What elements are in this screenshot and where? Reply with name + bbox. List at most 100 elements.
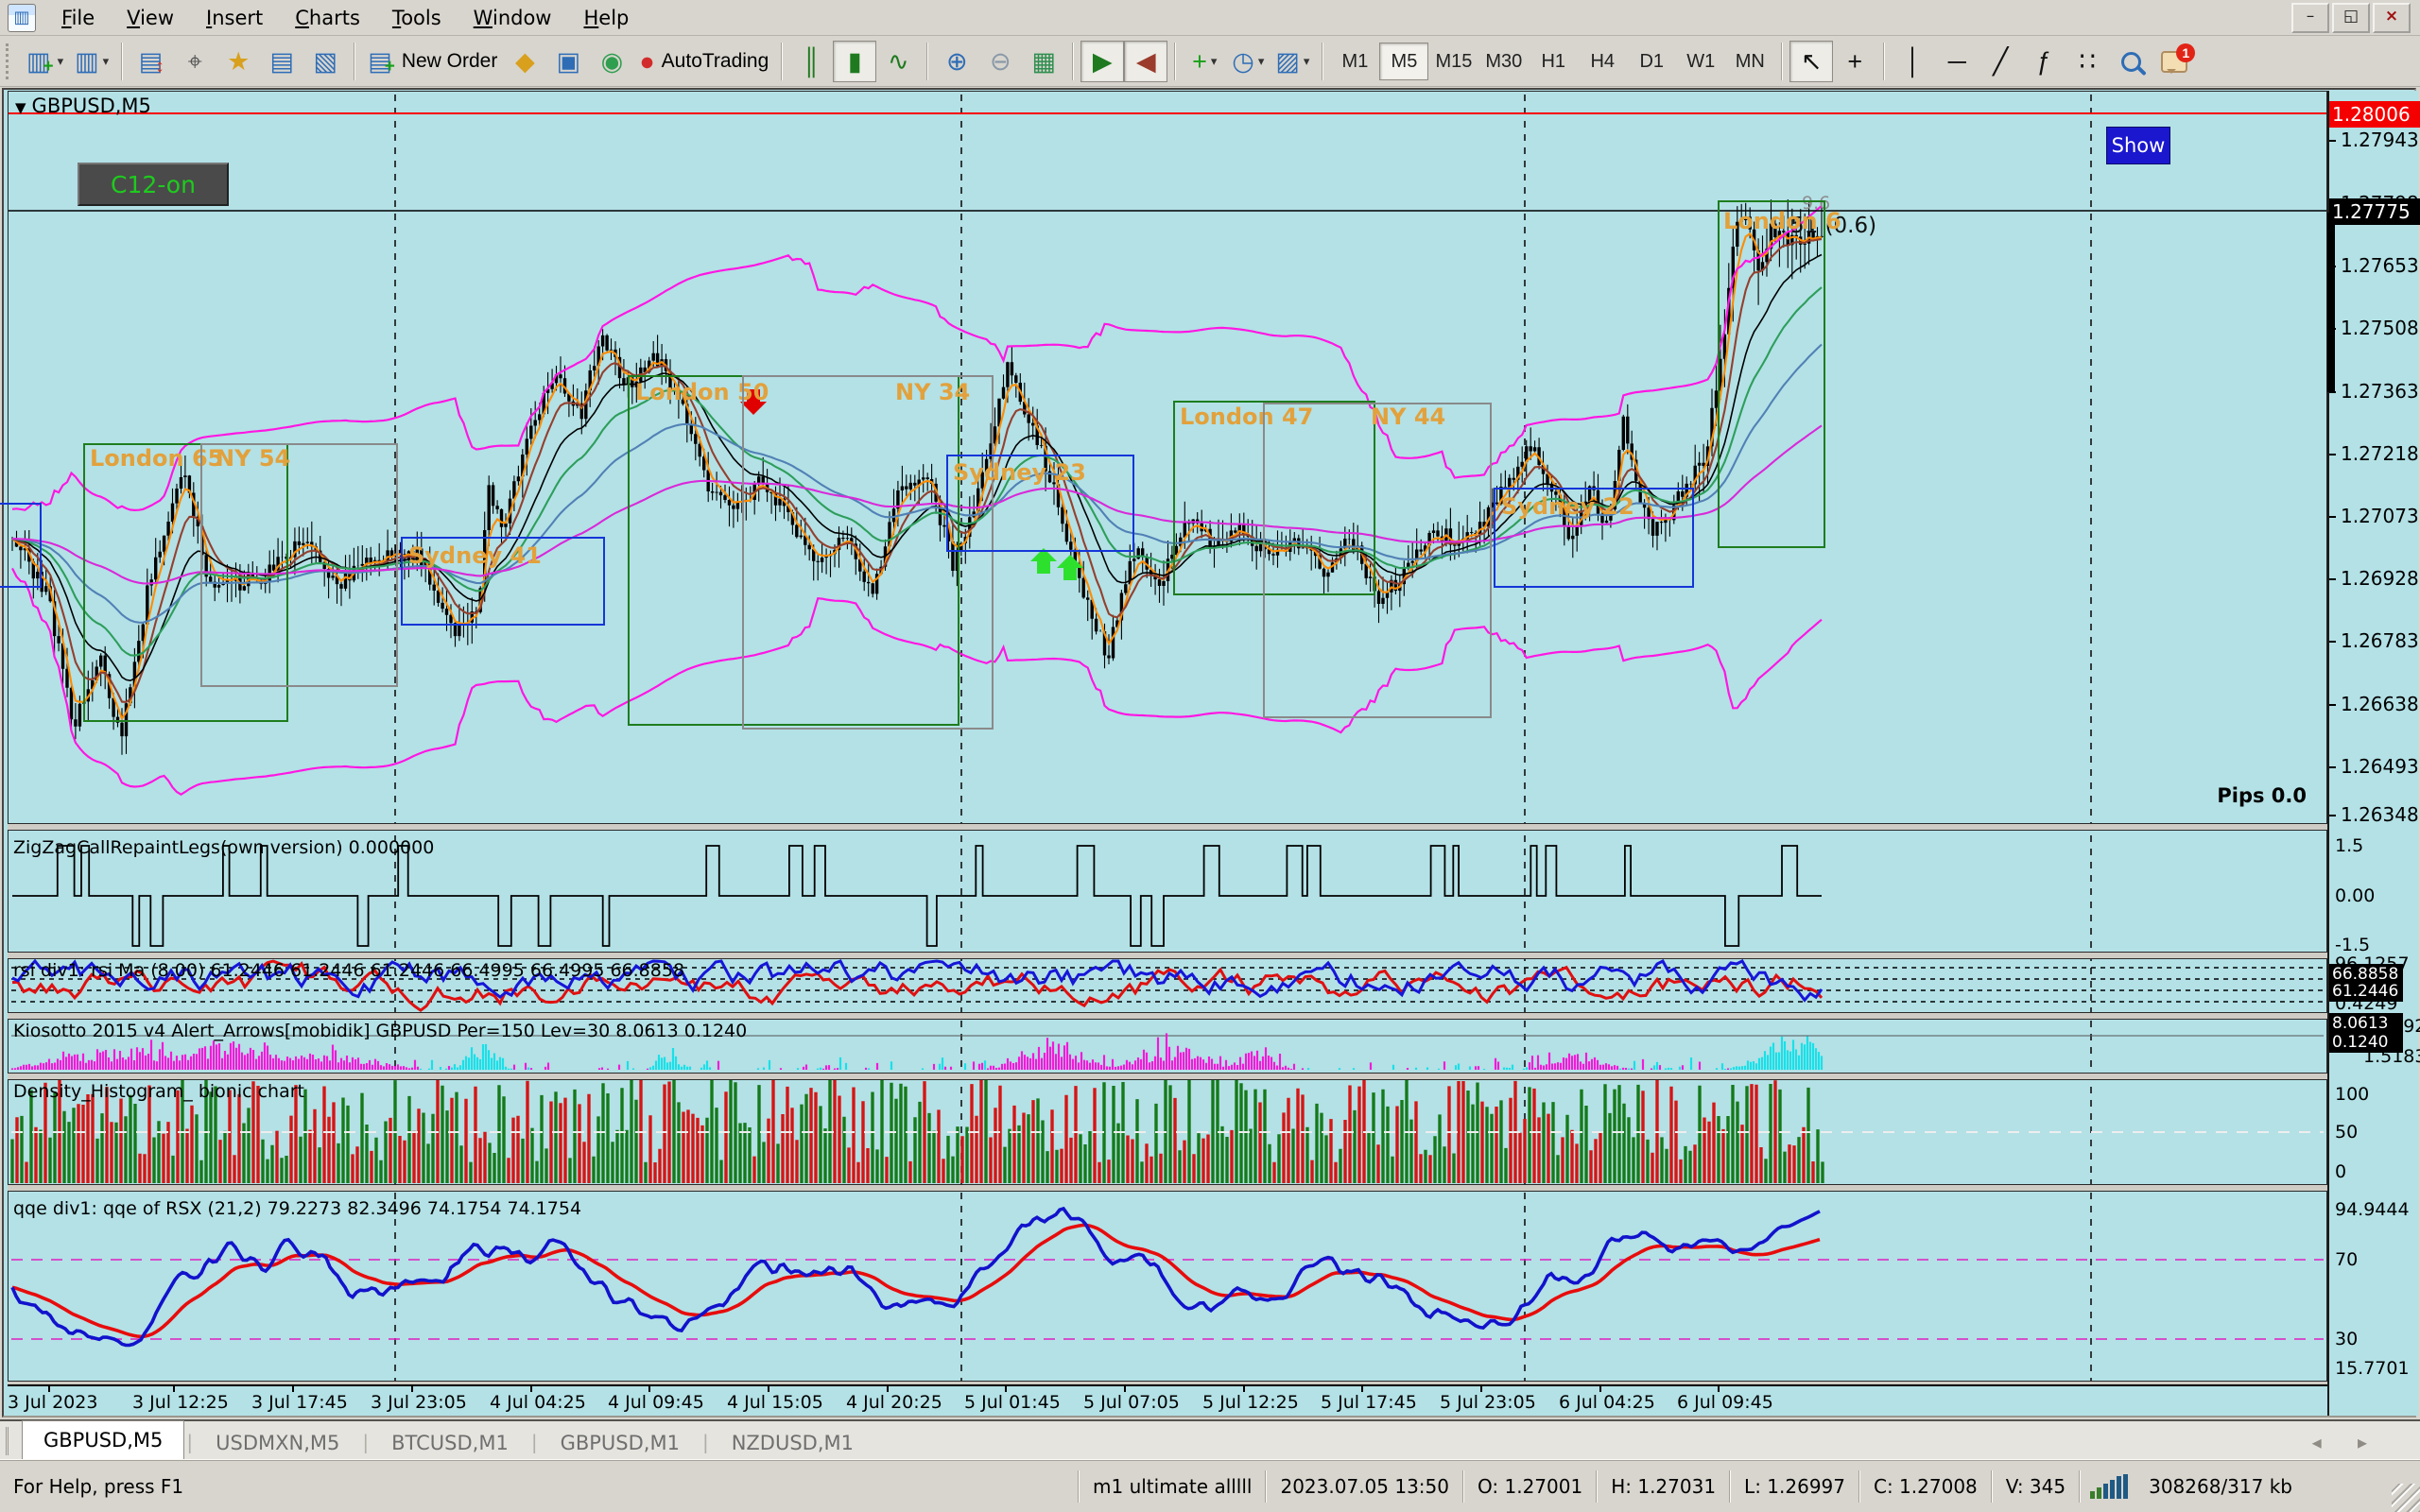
minimize-button[interactable]: – bbox=[2291, 3, 2329, 33]
candlestick-chart-icon: ▮ bbox=[848, 49, 862, 75]
fibonacci-button[interactable]: ƒ bbox=[2022, 41, 2066, 82]
new-chart-button[interactable]: ▥+▾ bbox=[21, 41, 69, 82]
tab-divider: | bbox=[702, 1431, 709, 1453]
status-open: O: 1.27001 bbox=[1464, 1475, 1596, 1498]
chart-tab-bar: GBPUSD,M5|USDMXN,M5|BTCUSD,M1|GBPUSD,M1|… bbox=[0, 1419, 2420, 1459]
menu-window[interactable]: Window bbox=[458, 2, 568, 34]
zoom-out-icon: ⊖ bbox=[990, 49, 1011, 75]
indicators-icon: + bbox=[1192, 49, 1207, 75]
timeframe-h4-button[interactable]: H4 bbox=[1578, 43, 1627, 80]
status-profile: m1 ultimate alllll bbox=[1080, 1475, 1265, 1498]
toolbar-separator bbox=[1072, 43, 1074, 80]
zoom-out-button[interactable]: ⊖ bbox=[978, 41, 1022, 82]
vertical-line-button[interactable]: │ bbox=[1892, 41, 1935, 82]
chart-plot[interactable]: 3 Jul 20233 Jul 12:253 Jul 17:453 Jul 23… bbox=[8, 91, 2327, 1416]
timeframe-m15-button[interactable]: M15 bbox=[1428, 43, 1478, 80]
indicators-button[interactable]: +▾ bbox=[1183, 41, 1226, 82]
menu-view[interactable]: View bbox=[111, 2, 190, 34]
tab-usdmxn-m5[interactable]: USDMXN,M5 bbox=[195, 1427, 360, 1459]
horizontal-line-button[interactable]: ─ bbox=[1935, 41, 1979, 82]
horizontal-line-icon: ─ bbox=[1948, 49, 1966, 75]
status-low: L: 1.26997 bbox=[1731, 1475, 1858, 1498]
cursor-icon: ↖ bbox=[1801, 49, 1823, 75]
qqe-axis-label: 30 bbox=[2335, 1329, 2358, 1349]
menu-file[interactable]: File bbox=[45, 2, 111, 34]
alerts-button[interactable]: 1 bbox=[2152, 41, 2196, 82]
search-button[interactable] bbox=[2109, 41, 2152, 82]
tab-divider: | bbox=[531, 1431, 538, 1453]
new-order-button[interactable]: ▤+New Order bbox=[362, 41, 503, 82]
tile-windows-button[interactable]: ▦ bbox=[1022, 41, 1065, 82]
strategy-tester-button[interactable]: ▧ bbox=[303, 41, 347, 82]
auto-scroll-button[interactable]: ▶ bbox=[1080, 41, 1124, 82]
line-chart-icon: ∿ bbox=[888, 49, 909, 75]
templates-icon: ▨ bbox=[1275, 49, 1300, 75]
price-axis[interactable]: 1.279431.277981.276531.275081.273631.272… bbox=[2327, 91, 2418, 1416]
mql5-community-button[interactable]: ▣ bbox=[546, 41, 590, 82]
timeframe-h1-button[interactable]: H1 bbox=[1529, 43, 1578, 80]
tab-nzdusd-m1[interactable]: NZDUSD,M1 bbox=[711, 1427, 874, 1459]
profiles-icon: ▥ bbox=[75, 49, 99, 75]
timeframe-m5-button[interactable]: M5 bbox=[1379, 43, 1428, 80]
tab-scroll-arrows[interactable]: ◂ ▸ bbox=[2312, 1431, 2382, 1453]
timeframe-d1-button[interactable]: D1 bbox=[1627, 43, 1676, 80]
timeframe-w1-button[interactable]: W1 bbox=[1676, 43, 1725, 80]
toolbar-separator bbox=[1781, 43, 1783, 80]
new-order-label: New Order bbox=[402, 50, 498, 73]
chevron-down-icon: ▾ bbox=[1304, 54, 1310, 69]
density-axis-label: 0 bbox=[2335, 1161, 2346, 1182]
candlestick-chart-button[interactable]: ▮ bbox=[833, 41, 876, 82]
c12-toggle-button[interactable]: C12-on bbox=[78, 163, 229, 206]
status-volume: V: 345 bbox=[1993, 1475, 2079, 1498]
toolbar-separator bbox=[1322, 43, 1323, 80]
fibonacci-icon: ƒ bbox=[2037, 49, 2051, 75]
timeframe-m1-button[interactable]: M1 bbox=[1330, 43, 1379, 80]
trendline-icon: ╱ bbox=[1993, 49, 2008, 75]
autotrading-button[interactable]: ● AutoTrading bbox=[633, 41, 774, 82]
periods-button[interactable]: ◷▾ bbox=[1226, 41, 1270, 82]
zoom-in-icon: ⊕ bbox=[946, 49, 968, 75]
autotrading-icon: ● bbox=[639, 49, 654, 75]
data-window-button[interactable]: ⌖ bbox=[173, 41, 216, 82]
timeframe-mn-button[interactable]: MN bbox=[1725, 43, 1774, 80]
cursor-button[interactable]: ↖ bbox=[1789, 41, 1833, 82]
tab-divider: | bbox=[186, 1431, 193, 1453]
menu-tools[interactable]: Tools bbox=[376, 2, 458, 34]
metaeditor-button[interactable]: ◆ bbox=[503, 41, 546, 82]
menu-insert[interactable]: Insert bbox=[190, 2, 279, 34]
signals-button[interactable]: ◉ bbox=[590, 41, 633, 82]
tab-gbpusd-m1[interactable]: GBPUSD,M1 bbox=[540, 1427, 700, 1459]
crosshair-button[interactable]: + bbox=[1833, 41, 1876, 82]
price-axis-label: 1.27073 bbox=[2341, 505, 2419, 527]
line-chart-button[interactable]: ∿ bbox=[876, 41, 920, 82]
timeframe-m30-button[interactable]: M30 bbox=[1478, 43, 1529, 80]
signals-icon: ◉ bbox=[601, 49, 624, 75]
price-scale-bar[interactable] bbox=[2327, 213, 2335, 392]
menu-charts[interactable]: Charts bbox=[279, 2, 376, 34]
market-watch-button[interactable]: ▤↕ bbox=[130, 41, 173, 82]
menu-help[interactable]: Help bbox=[567, 2, 645, 34]
profiles-button[interactable]: ▥▾ bbox=[69, 41, 114, 82]
chart-shift-button[interactable]: ◀ bbox=[1124, 41, 1167, 82]
accent-icon: + bbox=[43, 57, 54, 77]
toolbar-grip bbox=[6, 43, 15, 79]
tab-gbpusd-m5[interactable]: GBPUSD,M5 bbox=[22, 1420, 184, 1459]
tab-btcusd-m1[interactable]: BTCUSD,M1 bbox=[371, 1427, 529, 1459]
autotrading-label: AutoTrading bbox=[662, 50, 769, 73]
rsi-value-tag: 61.2446 bbox=[2329, 981, 2403, 1002]
bar-chart-button[interactable]: ║ bbox=[789, 41, 833, 82]
navigator-button[interactable]: ★ bbox=[216, 41, 260, 82]
crosshair-icon: + bbox=[1847, 49, 1862, 75]
magnifier-icon bbox=[2121, 52, 2141, 72]
resize-grip[interactable] bbox=[2392, 1484, 2420, 1512]
restore-button[interactable]: ◱ bbox=[2332, 3, 2370, 33]
terminal-button[interactable]: ▤ bbox=[260, 41, 303, 82]
zoom-in-button[interactable]: ⊕ bbox=[935, 41, 978, 82]
trendline-button[interactable]: ╱ bbox=[1979, 41, 2022, 82]
templates-button[interactable]: ▨▾ bbox=[1270, 41, 1315, 82]
close-button[interactable]: × bbox=[2373, 3, 2411, 33]
zigzag-axis-label: 1.5 bbox=[2335, 835, 2363, 856]
mql5-community-icon: ▣ bbox=[557, 49, 581, 75]
show-button[interactable]: Show bbox=[2106, 127, 2170, 164]
drawing-tools-button[interactable]: ∷ bbox=[2066, 41, 2109, 82]
